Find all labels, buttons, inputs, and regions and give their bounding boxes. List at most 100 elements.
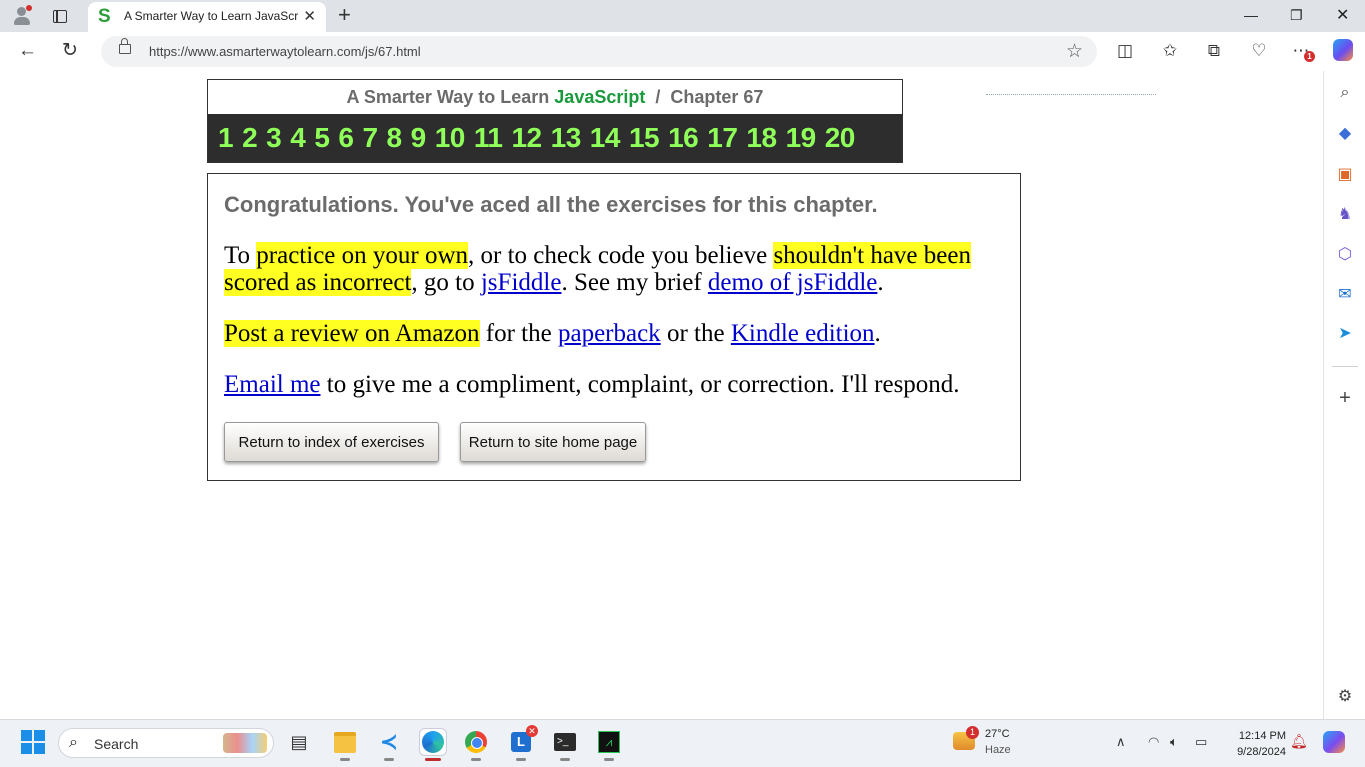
chrome-icon[interactable] [463,729,489,761]
chapter-nav: 1 2 3 4 5 6 7 8 9 10 11 12 13 14 15 16 17 18 19 20 [208,114,902,162]
copilot-icon[interactable] [1333,39,1353,61]
return-to-home-button[interactable]: Return to site home page [460,422,646,462]
dotted-decoration [986,94,1156,97]
review-paragraph: Post a review on Amazon for the paperbac… [224,320,881,347]
email-me-link[interactable]: Email me [224,371,321,398]
chapter-header: A Smarter Way to Learn JavaScript / Chap… [207,79,903,163]
chapter-link-17[interactable]: 17 [707,122,738,154]
sidebar-shopping-icon[interactable]: ◆ [1334,122,1356,144]
tab-bar: S A Smarter Way to Learn JavaScript ✕ + … [0,0,1365,32]
chapter-link-9[interactable]: 9 [411,122,427,154]
back-arrow-icon[interactable]: ← [18,41,37,61]
jsfiddle-demo-link[interactable]: demo of jsFiddle [708,269,877,296]
file-explorer-icon[interactable] [332,729,358,761]
weather-widget[interactable]: 1 27°C Haze [953,726,1033,760]
battery-icon[interactable]: ▭ [1195,734,1207,750]
lync-app-icon[interactable]: L ✕ [508,725,538,761]
chapter-link-11[interactable]: 11 [474,122,503,154]
chapter-link-1[interactable]: 1 [218,122,234,154]
window-close-icon[interactable]: ✕ [1336,5,1349,25]
profile-icon[interactable] [11,5,33,26]
chapter-link-12[interactable]: 12 [511,122,542,154]
results-panel: Congratulations. You've aced all the exe… [207,173,1021,481]
tab-title: A Smarter Way to Learn JavaScript [124,9,299,23]
sidebar-settings-gear-icon[interactable]: ⚙ [1334,685,1356,707]
address-bar[interactable]: https://www.asmarterwaytolearn.com/js/67… [101,36,1097,67]
search-icon: ⌕ [69,734,78,751]
chapter-link-4[interactable]: 4 [290,122,306,154]
lock-icon[interactable] [119,38,131,54]
chapter-link-5[interactable]: 5 [314,122,330,154]
chapter-link-14[interactable]: 14 [590,122,621,154]
show-hidden-icons-chevron-icon[interactable]: ∧ [1116,734,1126,750]
highlight-practice: practice on your own [256,242,469,269]
chapter-link-2[interactable]: 2 [242,122,258,154]
copilot-taskbar-icon[interactable] [1323,731,1345,753]
restore-icon[interactable]: ❐ [1290,7,1303,24]
chapter-link-20[interactable]: 20 [825,122,856,154]
chapter-link-3[interactable]: 3 [266,122,282,154]
sidebar-send-icon[interactable]: ➤ [1334,322,1356,344]
wifi-icon[interactable]: ◠ [1148,734,1159,750]
windows-taskbar: ⌕ Search ▤ ≺ L ✕ >_ ⩘ 1 27°C Haze ∧ ◠ 🔈︎… [0,719,1365,767]
tab-actions-icon[interactable] [49,6,71,26]
minimize-icon[interactable]: — [1244,7,1258,23]
task-view-icon[interactable]: ▤ [286,729,312,755]
browser-essentials-icon[interactable]: ♡ [1249,40,1269,62]
jsfiddle-link[interactable]: jsFiddle [481,269,562,296]
email-paragraph: Email me to give me a compliment, compla… [224,371,960,398]
chapter-link-15[interactable]: 15 [629,122,660,154]
clock-time: 12:14 PM [1238,730,1286,742]
chapter-link-13[interactable]: 13 [551,122,582,154]
congrats-message: Congratulations. You've aced all the exe… [224,192,878,217]
browser-toolbar: ← ↻ https://www.asmarterwaytolearn.com/j… [0,32,1365,71]
new-tab-icon[interactable]: + [338,4,351,26]
close-tab-icon[interactable]: ✕ [303,7,316,25]
favorite-star-icon[interactable]: ☆ [1066,40,1083,63]
split-screen-icon[interactable]: ◫ [1115,40,1135,62]
chapter-link-8[interactable]: 8 [387,122,403,154]
sidebar-divider [1332,366,1358,367]
chapter-label: Chapter 67 [670,87,764,107]
kindle-edition-link[interactable]: Kindle edition [731,320,875,347]
chapter-link-19[interactable]: 19 [786,122,817,154]
weather-temperature: 27°C [985,728,1010,740]
page-title: A Smarter Way to Learn JavaScript / Chap… [346,87,764,107]
edge-sidebar: ⌕ ◆ ▣ ♞ ⬡ ✉ ➤ + ⚙ [1323,71,1365,719]
taskbar-clock[interactable]: 12:14 PM 9/28/2024 [1222,728,1286,760]
volume-icon[interactable]: 🔈︎ [1170,734,1178,750]
return-to-index-button[interactable]: Return to index of exercises [224,422,439,462]
browser-tab-active[interactable]: S A Smarter Way to Learn JavaScript ✕ [88,2,326,32]
weather-badge: 1 [966,726,979,739]
javascript-label: JavaScript [554,87,646,107]
page-viewport: A Smarter Way to Learn JavaScript / Chap… [4,71,1322,715]
highlight-review: Post a review on Amazon [224,320,480,347]
terminal-icon[interactable]: >_ [552,729,578,761]
taskbar-search[interactable]: ⌕ Search [58,728,274,758]
clock-date: 9/28/2024 [1237,746,1286,758]
sidebar-games-icon[interactable]: ♞ [1334,203,1356,225]
chapter-link-7[interactable]: 7 [362,122,378,154]
reload-icon[interactable]: ↻ [62,41,78,61]
edge-browser-icon[interactable] [420,729,446,761]
url-text[interactable]: https://www.asmarterwaytolearn.com/js/67… [149,44,421,59]
settings-more-icon[interactable]: ⋯ 1 [1291,40,1315,62]
resource-monitor-icon[interactable]: ⩘ [596,729,622,761]
chapter-link-18[interactable]: 18 [746,122,777,154]
practice-paragraph: To practice on your own, or to check cod… [224,242,971,296]
site-favicon-icon: S [98,6,111,27]
sidebar-outlook-icon[interactable]: ✉ [1334,283,1356,305]
start-windows-icon[interactable] [20,729,46,755]
collections-icon[interactable]: ⧉ [1204,40,1224,62]
notification-bell-icon[interactable]: 🔔︎ [1290,733,1308,750]
chapter-link-10[interactable]: 10 [435,122,466,154]
sidebar-tools-icon[interactable]: ▣ [1334,163,1356,185]
favorites-icon[interactable]: ✩ [1160,40,1180,62]
vscode-icon[interactable]: ≺ [376,729,402,761]
sidebar-add-icon[interactable]: + [1334,387,1356,409]
chapter-link-16[interactable]: 16 [668,122,699,154]
chapter-link-6[interactable]: 6 [338,122,354,154]
sidebar-search-icon[interactable]: ⌕ [1334,82,1356,104]
paperback-link[interactable]: paperback [558,320,661,347]
sidebar-m365-icon[interactable]: ⬡ [1334,243,1356,265]
